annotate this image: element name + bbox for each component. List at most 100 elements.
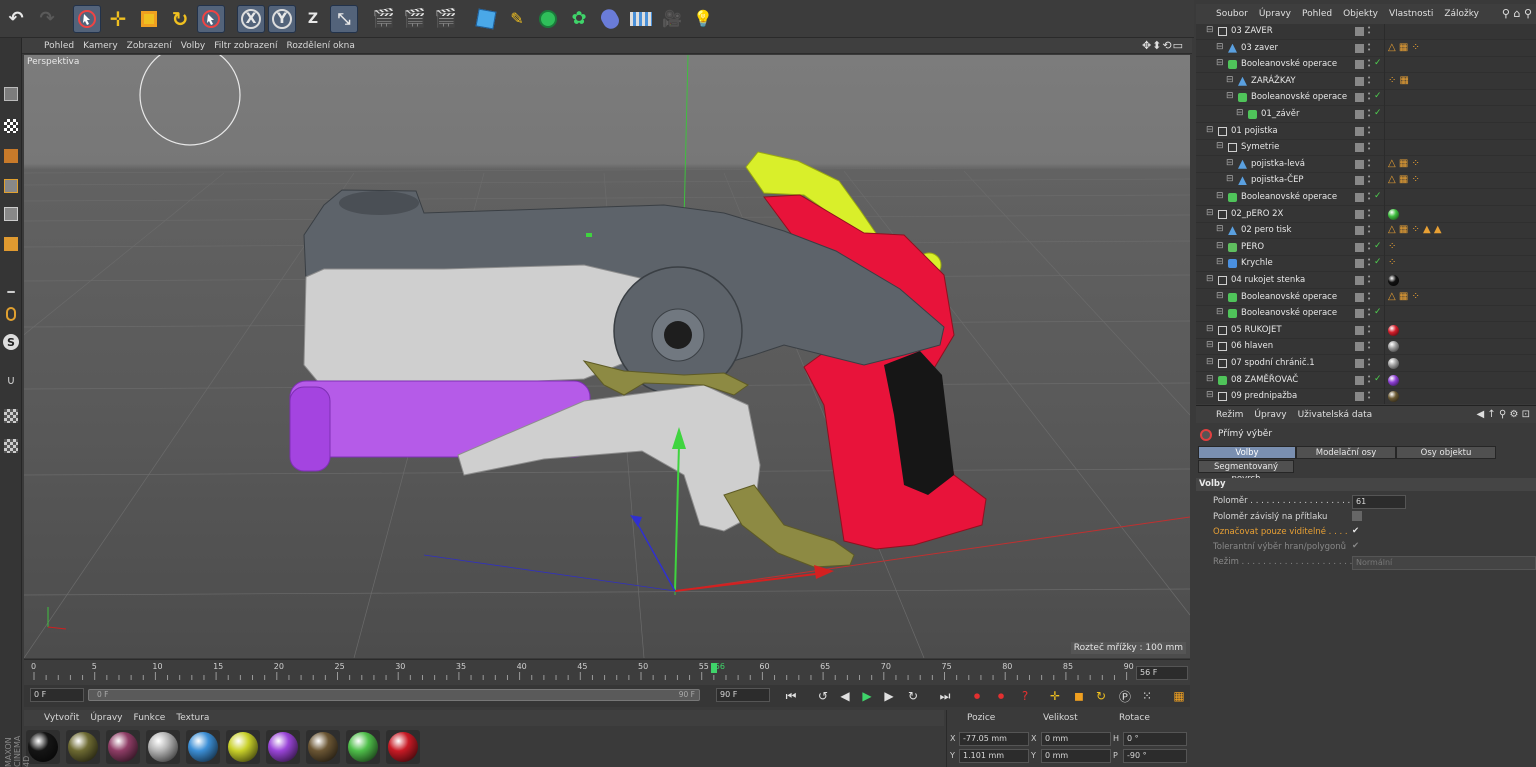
- property-checkbox[interactable]: ✔: [1352, 541, 1362, 551]
- model-mode-icon[interactable]: [1, 84, 21, 104]
- editor-render-dots-icon[interactable]: • •: [1367, 307, 1371, 319]
- tweak-icon[interactable]: [1, 304, 21, 324]
- editor-render-dots-icon[interactable]: • •: [1367, 141, 1371, 153]
- viewport-menu-item[interactable]: Pohled: [44, 41, 74, 51]
- prev-frame-icon[interactable]: ◀: [836, 688, 854, 704]
- material-menu-item[interactable]: Textura: [176, 713, 209, 723]
- array-icon[interactable]: ✿: [565, 5, 593, 33]
- layer-visibility-icon[interactable]: [1355, 242, 1364, 252]
- material-swatch[interactable]: [306, 730, 340, 764]
- object-row[interactable]: ⊟ 03 ZAVER • •: [1196, 24, 1536, 40]
- layer-visibility-icon[interactable]: [1355, 176, 1364, 186]
- recent-tool-icon[interactable]: [197, 4, 225, 33]
- material-menu-item[interactable]: Úpravy: [90, 713, 122, 723]
- material-tag-icon[interactable]: [1388, 374, 1399, 386]
- om-menu-item[interactable]: Pohled: [1302, 9, 1332, 19]
- timeline-ruler[interactable]: 0 5 10 15 20 25 30 35 40 45 50 55 56 60 65 70 75 80 85 90 5…: [24, 659, 1190, 685]
- object-tags[interactable]: △ ▦ ⁘: [1388, 174, 1420, 185]
- key-parameter-icon[interactable]: Ⓟ: [1116, 688, 1134, 704]
- expand-toggle-icon[interactable]: ⊟: [1216, 241, 1224, 251]
- move-icon[interactable]: ✛: [104, 5, 132, 33]
- property-checkbox[interactable]: ✔: [1352, 526, 1362, 536]
- object-row[interactable]: ⊟ 09 prednipažba • •: [1196, 389, 1536, 404]
- material-swatch[interactable]: [226, 730, 260, 764]
- expand-toggle-icon[interactable]: ⊟: [1206, 208, 1214, 218]
- lock-icon[interactable]: [1, 406, 21, 426]
- prev-key-icon[interactable]: ↺: [814, 688, 832, 704]
- z-axis-lock[interactable]: Z: [299, 5, 327, 33]
- editor-render-dots-icon[interactable]: • •: [1367, 74, 1371, 86]
- tab-volby[interactable]: Volby: [1198, 446, 1296, 459]
- deformer-icon[interactable]: [596, 5, 624, 33]
- layer-visibility-icon[interactable]: [1355, 27, 1364, 36]
- material-tag-icon[interactable]: [1388, 275, 1399, 286]
- key-points-icon[interactable]: ⁙: [1138, 688, 1156, 704]
- object-row[interactable]: ⊟ 01_závěr • • ✓: [1196, 107, 1536, 123]
- position-field[interactable]: 1.101 mm: [959, 749, 1029, 763]
- layer-visibility-icon[interactable]: [1355, 143, 1364, 153]
- expand-toggle-icon[interactable]: ⊟: [1216, 58, 1224, 68]
- expand-toggle-icon[interactable]: ⊟: [1206, 390, 1214, 400]
- material-tag-icon[interactable]: [1388, 208, 1399, 220]
- object-row[interactable]: ⊟ 01 pojistka • •: [1196, 124, 1536, 140]
- editor-render-dots-icon[interactable]: • •: [1367, 174, 1371, 186]
- expand-toggle-icon[interactable]: ⊟: [1216, 141, 1224, 151]
- expand-toggle-icon[interactable]: ⊟: [1206, 340, 1214, 350]
- object-row[interactable]: ⊟ 08 ZAMĚŘOVAČ • • ✓: [1196, 373, 1536, 389]
- enabled-check-icon[interactable]: ✓: [1374, 91, 1382, 101]
- editor-render-dots-icon[interactable]: • •: [1367, 290, 1371, 302]
- layer-visibility-icon[interactable]: [1355, 375, 1364, 385]
- editor-render-dots-icon[interactable]: • •: [1367, 390, 1371, 402]
- object-row[interactable]: ⊟ pojistka-levá • • △ ▦ ⁘: [1196, 157, 1536, 173]
- search-icon[interactable]: ⚲ ⌂ ⚲: [1502, 7, 1532, 20]
- object-tags[interactable]: ⁘ ▦: [1388, 75, 1409, 86]
- size-field[interactable]: 0 mm: [1041, 749, 1111, 763]
- texture-mode-icon[interactable]: [1, 116, 21, 136]
- key-position-icon[interactable]: ✛: [1046, 688, 1064, 704]
- layer-visibility-icon[interactable]: [1355, 392, 1364, 402]
- editor-render-dots-icon[interactable]: • •: [1367, 323, 1371, 335]
- expand-toggle-icon[interactable]: ⊟: [1206, 324, 1214, 334]
- object-row[interactable]: ⊟ 04 rukojet stenka • •: [1196, 273, 1536, 289]
- rotate-icon[interactable]: ↻: [166, 5, 194, 33]
- om-menu-item[interactable]: Záložky: [1444, 9, 1479, 19]
- material-tag-icon[interactable]: [1388, 358, 1399, 369]
- layer-visibility-icon[interactable]: [1355, 43, 1364, 53]
- point-mode-icon[interactable]: [1, 176, 21, 196]
- editor-render-dots-icon[interactable]: • •: [1367, 108, 1371, 120]
- light-icon[interactable]: 💡: [689, 5, 717, 33]
- render-settings-icon[interactable]: 🎬: [432, 5, 460, 33]
- editor-render-dots-icon[interactable]: • •: [1367, 124, 1371, 136]
- editor-render-dots-icon[interactable]: • •: [1367, 207, 1371, 219]
- rotation-field[interactable]: -90 °: [1123, 749, 1187, 763]
- editor-render-dots-icon[interactable]: • •: [1367, 257, 1371, 269]
- x-axis-lock[interactable]: X: [237, 4, 265, 33]
- layer-visibility-icon[interactable]: [1355, 292, 1364, 302]
- layer-visibility-icon[interactable]: [1355, 126, 1364, 136]
- object-row[interactable]: ⊟ PERO • • ✓ ⁘: [1196, 240, 1536, 256]
- expand-toggle-icon[interactable]: ⊟: [1216, 257, 1224, 267]
- expand-toggle-icon[interactable]: ⊟: [1216, 307, 1224, 317]
- current-frame-field[interactable]: 56 F: [1136, 666, 1188, 680]
- material-menu-item[interactable]: Funkce: [134, 713, 166, 723]
- material-swatch[interactable]: [186, 730, 220, 764]
- object-tags[interactable]: ⁘: [1388, 241, 1396, 252]
- object-row[interactable]: ⊟ 07 spodní chránič.1 • •: [1196, 356, 1536, 372]
- object-tags[interactable]: △ ▦ ⁘ ▲ ▲: [1388, 224, 1442, 235]
- pen-icon[interactable]: ✎: [503, 5, 531, 33]
- next-frame-icon[interactable]: ▶: [880, 688, 898, 704]
- expand-toggle-icon[interactable]: ⊟: [1236, 108, 1244, 118]
- viewport-menu-item[interactable]: Volby: [181, 41, 206, 51]
- expand-toggle-icon[interactable]: ⊟: [1226, 75, 1234, 85]
- position-field[interactable]: -77.05 mm: [959, 732, 1029, 746]
- layer-visibility-icon[interactable]: [1355, 60, 1364, 70]
- camera-icon[interactable]: 🎥: [658, 5, 686, 33]
- timeline-settings-icon[interactable]: ▦: [1170, 688, 1188, 704]
- mode-dropdown[interactable]: Normální: [1352, 556, 1536, 570]
- expand-toggle-icon[interactable]: ⊟: [1216, 42, 1224, 52]
- am-menu-item[interactable]: Uživatelská data: [1298, 410, 1373, 420]
- expand-toggle-icon[interactable]: ⊟: [1206, 357, 1214, 367]
- cube-icon[interactable]: [472, 5, 500, 33]
- play-icon[interactable]: ▶: [858, 688, 876, 704]
- object-row[interactable]: ⊟ 06 hlaven • •: [1196, 339, 1536, 356]
